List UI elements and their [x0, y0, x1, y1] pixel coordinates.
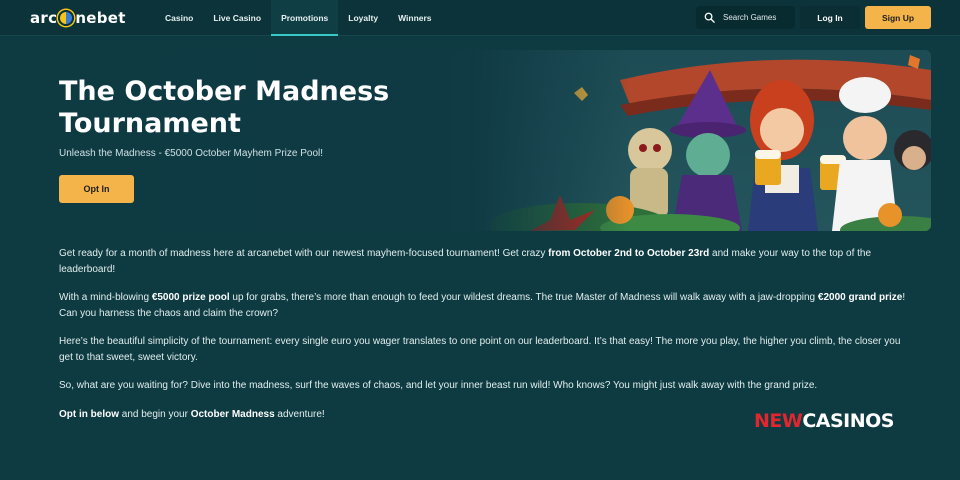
- banner-title: The October Madness Tournament: [59, 76, 390, 139]
- opt-in-button[interactable]: Opt In: [59, 175, 134, 203]
- banner-subtitle: Unleash the Madness - €5000 October Mayh…: [59, 148, 324, 159]
- dates-highlight: from October 2nd to October 23rd: [548, 248, 710, 259]
- opt-in-highlight: Opt in below: [59, 408, 119, 420]
- search-icon: [704, 12, 715, 23]
- search-games-button[interactable]: Search Games: [696, 6, 795, 29]
- nav-promotions[interactable]: Promotions: [271, 0, 339, 36]
- october-madness-highlight: October Madness: [190, 408, 275, 420]
- search-label: Search Games: [723, 13, 777, 22]
- nav-winners[interactable]: Winners: [388, 0, 441, 36]
- brand-logo[interactable]: arc nebet: [30, 9, 126, 27]
- grand-prize-highlight: €2000 grand prize: [817, 292, 903, 303]
- nav-casino[interactable]: Casino: [155, 0, 203, 36]
- watermark-red: NEW: [754, 410, 803, 432]
- nav-loyalty[interactable]: Loyalty: [338, 0, 388, 36]
- paragraph-intro: Get ready for a month of madness here at…: [59, 246, 909, 277]
- login-button[interactable]: Log In: [800, 6, 860, 29]
- promo-description: Get ready for a month of madness here at…: [59, 246, 909, 435]
- logo-o-icon: [58, 10, 75, 26]
- main-nav: Casino Live Casino Promotions Loyalty Wi…: [155, 0, 442, 36]
- nav-live-casino[interactable]: Live Casino: [203, 0, 271, 36]
- banner-illustration: [470, 50, 931, 231]
- prize-pool-highlight: €5000 prize pool: [151, 292, 230, 303]
- newcasinos-watermark: NEWCASINOS: [754, 410, 894, 432]
- text-span: With a mind-blowing: [59, 292, 152, 303]
- signup-button[interactable]: Sign Up: [865, 6, 931, 29]
- text-span: and begin your: [119, 408, 191, 420]
- logo-text-left: arc: [30, 9, 58, 27]
- text-span: Get ready for a month of madness here at…: [59, 248, 549, 259]
- text-span: adventure!: [274, 408, 325, 420]
- paragraph-cta: So, what are you waiting for? Dive into …: [59, 380, 818, 391]
- watermark-white: CASINOS: [802, 410, 894, 432]
- paragraph-prize: With a mind-blowing €5000 prize pool up …: [59, 290, 909, 321]
- text-span: up for grabs, there’s more than enough t…: [229, 292, 818, 303]
- promo-banner: The October Madness Tournament Unleash t…: [30, 50, 931, 231]
- logo-text-right: nebet: [75, 9, 126, 27]
- top-header: arc nebet Casino Live Casino Promotions …: [0, 0, 960, 36]
- paragraph-rules: Here’s the beautiful simplicity of the t…: [59, 336, 901, 363]
